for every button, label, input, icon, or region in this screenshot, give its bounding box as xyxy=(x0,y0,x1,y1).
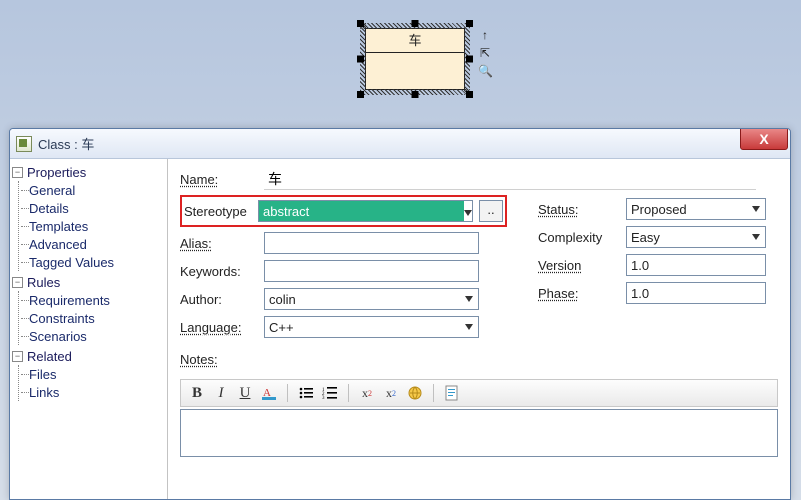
version-label: Version xyxy=(538,258,620,273)
resize-handle[interactable] xyxy=(357,20,364,27)
resize-handle[interactable] xyxy=(466,20,473,27)
chevron-down-icon[interactable] xyxy=(464,204,472,219)
tree-item-scenarios[interactable]: Scenarios xyxy=(21,327,163,345)
phase-label: Phase: xyxy=(538,286,620,301)
tree-label: Properties xyxy=(27,165,86,180)
tree-item-details[interactable]: Details xyxy=(21,199,163,217)
quicklink-arrow-icon[interactable]: ↑ xyxy=(478,28,492,42)
collapse-icon[interactable]: − xyxy=(12,351,23,362)
quicklink-connector-icon[interactable]: ⇱ xyxy=(478,46,492,60)
chevron-down-icon[interactable] xyxy=(747,227,765,247)
dialog-title: Class : 车 xyxy=(38,134,740,153)
collapse-icon[interactable]: − xyxy=(12,277,23,288)
notes-textarea[interactable] xyxy=(180,409,778,457)
stereotype-value: abstract xyxy=(259,201,464,221)
chevron-down-icon[interactable] xyxy=(747,199,765,219)
resize-handle[interactable] xyxy=(466,56,473,63)
resize-handle[interactable] xyxy=(412,91,419,98)
status-label: Status: xyxy=(538,202,620,217)
diagram-class-element[interactable]: 车 xyxy=(365,28,465,90)
italic-button[interactable]: I xyxy=(211,383,231,403)
tree-item-links[interactable]: Links xyxy=(21,383,163,401)
collapse-icon[interactable]: − xyxy=(12,167,23,178)
close-button[interactable]: X xyxy=(740,128,788,150)
form-panel: Name: Stereotype abstract .. Alias: K xyxy=(168,159,790,499)
rich-text-toolbar: B I U A 123 x2 x2 xyxy=(180,379,778,407)
resize-handle[interactable] xyxy=(466,91,473,98)
language-value: C++ xyxy=(269,320,294,335)
name-input[interactable] xyxy=(264,168,756,190)
diagram-element-title: 车 xyxy=(366,29,464,53)
tree-label: Related xyxy=(27,349,72,364)
separator xyxy=(287,384,288,402)
author-combo[interactable]: colin xyxy=(264,288,479,310)
list-bullets-button[interactable] xyxy=(296,383,316,403)
chevron-down-icon[interactable] xyxy=(460,289,478,309)
alias-input[interactable] xyxy=(264,232,479,254)
alias-label: Alias: xyxy=(180,236,258,251)
language-label: Language: xyxy=(180,320,258,335)
tree-item-templates[interactable]: Templates xyxy=(21,217,163,235)
superscript-button[interactable]: x2 xyxy=(357,383,377,403)
keywords-input[interactable] xyxy=(264,260,479,282)
complexity-label: Complexity xyxy=(538,230,620,245)
resize-handle[interactable] xyxy=(357,91,364,98)
underline-button[interactable]: U xyxy=(235,383,255,403)
svg-text:3: 3 xyxy=(322,396,325,401)
language-combo[interactable]: C++ xyxy=(264,316,479,338)
chevron-down-icon[interactable] xyxy=(460,317,478,337)
class-properties-dialog: Class : 车 X − Properties General Details… xyxy=(9,128,791,500)
complexity-value: Easy xyxy=(631,230,660,245)
hyperlink-button[interactable] xyxy=(405,383,425,403)
tree-item-tagged-values[interactable]: Tagged Values xyxy=(21,253,163,271)
nav-tree[interactable]: − Properties General Details Templates A… xyxy=(10,159,168,499)
titlebar[interactable]: Class : 车 X xyxy=(10,129,790,159)
tree-item-advanced[interactable]: Advanced xyxy=(21,235,163,253)
status-combo[interactable]: Proposed xyxy=(626,198,766,220)
tree-label: Rules xyxy=(27,275,60,290)
resize-handle[interactable] xyxy=(412,20,419,27)
tree-node-rules[interactable]: − Rules xyxy=(12,273,163,291)
separator xyxy=(348,384,349,402)
magnifier-icon[interactable]: 🔍 xyxy=(478,64,492,78)
insert-button[interactable] xyxy=(442,383,462,403)
bold-button[interactable]: B xyxy=(187,383,207,403)
keywords-label: Keywords: xyxy=(180,264,258,279)
dialog-icon xyxy=(16,136,32,152)
phase-input[interactable] xyxy=(626,282,766,304)
author-value: colin xyxy=(269,292,296,307)
version-input[interactable] xyxy=(626,254,766,276)
subscript-button[interactable]: x2 xyxy=(381,383,401,403)
stereotype-combo[interactable]: abstract xyxy=(258,200,473,222)
tree-item-constraints[interactable]: Constraints xyxy=(21,309,163,327)
font-color-button[interactable]: A xyxy=(259,383,279,403)
right-column: Status: Proposed Complexity Easy Version xyxy=(538,195,790,307)
stereotype-label: Stereotype xyxy=(184,204,258,219)
name-label: Name: xyxy=(180,172,258,187)
complexity-combo[interactable]: Easy xyxy=(626,226,766,248)
separator xyxy=(433,384,434,402)
tree-item-general[interactable]: General xyxy=(21,181,163,199)
stereotype-browse-button[interactable]: .. xyxy=(479,200,503,222)
tree-item-files[interactable]: Files xyxy=(21,365,163,383)
author-label: Author: xyxy=(180,292,258,307)
resize-handle[interactable] xyxy=(357,56,364,63)
list-numbers-button[interactable]: 123 xyxy=(320,383,340,403)
status-value: Proposed xyxy=(631,202,687,217)
tree-node-related[interactable]: − Related xyxy=(12,347,163,365)
stereotype-highlight: Stereotype abstract .. xyxy=(180,195,507,227)
tree-node-properties[interactable]: − Properties xyxy=(12,163,163,181)
tree-item-requirements[interactable]: Requirements xyxy=(21,291,163,309)
notes-label: Notes: xyxy=(180,352,258,367)
